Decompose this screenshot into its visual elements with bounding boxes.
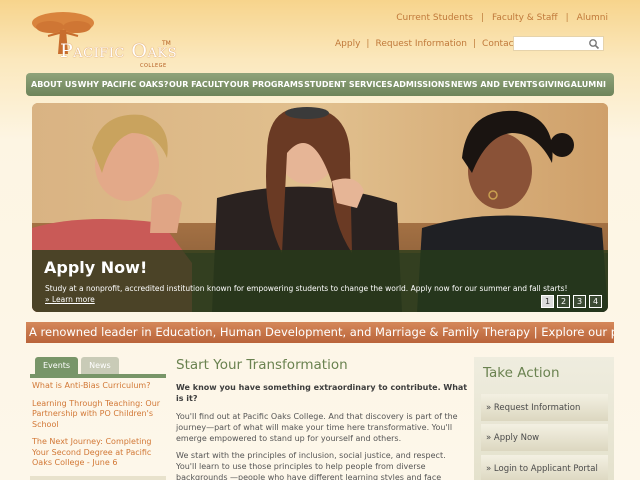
slide-button-4[interactable]: 4 xyxy=(589,295,602,308)
link-current-students[interactable]: Current Students xyxy=(396,13,473,23)
logo-trademark: TM xyxy=(162,40,171,47)
slide-button-2[interactable]: 2 xyxy=(557,295,570,308)
hero-slideshow: Apply Now! Study at a nonprofit, accredi… xyxy=(32,103,608,312)
nav-why-pacific-oaks[interactable]: WHY PACIFIC OAKS? xyxy=(78,80,169,89)
logo[interactable]: Pacific Oaks TM COLLEGE xyxy=(30,10,180,69)
search-icon[interactable] xyxy=(588,38,600,50)
events-list: What is Anti-Bias Curriculum? Learning T… xyxy=(30,378,166,469)
applicant-portal-login-button[interactable]: » Login to Applicant Portal xyxy=(481,455,608,480)
take-action-title: Take Action xyxy=(483,365,560,381)
hero-title: Apply Now! xyxy=(44,258,148,277)
hero-caption: Apply Now! Study at a nonprofit, accredi… xyxy=(32,250,608,312)
nav-our-programs[interactable]: OUR PROGRAMS xyxy=(230,80,304,89)
list-item[interactable]: Learning Through Teaching: Our Partnersh… xyxy=(32,399,164,431)
search-box xyxy=(513,36,604,56)
page-title: Start Your Transformation xyxy=(176,357,348,373)
link-alumni[interactable]: Alumni xyxy=(577,13,608,23)
link-request-information[interactable]: Request Information xyxy=(375,39,467,49)
link-apply[interactable]: Apply xyxy=(335,39,360,49)
slide-button-1[interactable]: 1 xyxy=(541,295,554,308)
search-input[interactable] xyxy=(514,43,588,56)
news-events-tabs: Events News xyxy=(35,357,166,374)
nav-our-faculty[interactable]: OUR FACULTY xyxy=(169,80,229,89)
tab-news[interactable]: News xyxy=(81,357,119,374)
body-paragraph: We start with the principles of inclusio… xyxy=(176,451,446,480)
hero-description: Study at a nonprofit, accredited institu… xyxy=(45,284,568,293)
events-panel-footer xyxy=(30,475,166,480)
hero-learn-more-link[interactable]: » Learn more xyxy=(45,295,95,304)
nav-giving[interactable]: GIVING xyxy=(538,80,570,89)
logo-text: Pacific Oaks xyxy=(60,40,177,62)
programs-banner[interactable]: A renowned leader in Education, Human De… xyxy=(26,322,614,343)
list-item[interactable]: What is Anti-Bias Curriculum? xyxy=(32,381,164,392)
nav-alumni[interactable]: ALUMNI xyxy=(571,80,606,89)
take-action-panel: Take Action » Request Information » Appl… xyxy=(474,357,614,480)
apply-now-button[interactable]: » Apply Now xyxy=(481,424,608,451)
nav-news-and-events[interactable]: NEWS AND EVENTS xyxy=(451,80,538,89)
logo-subtitle: COLLEGE xyxy=(140,63,167,69)
audience-links: Current Students | Faculty & Staff | Alumni xyxy=(396,13,608,23)
slide-button-3[interactable]: 3 xyxy=(573,295,586,308)
nav-admissions[interactable]: ADMISSIONS xyxy=(393,80,450,89)
link-faculty-staff[interactable]: Faculty & Staff xyxy=(492,13,558,23)
request-information-button[interactable]: » Request Information xyxy=(481,394,608,421)
nav-student-services[interactable]: STUDENT SERVICES xyxy=(304,80,392,89)
body-paragraph: You'll find out at Pacific Oaks College.… xyxy=(176,412,458,443)
nav-about-us[interactable]: ABOUT US xyxy=(31,80,77,89)
lead-paragraph: We know you have something extraordinary… xyxy=(176,383,468,403)
news-events-panel: Events News What is Anti-Bias Curriculum… xyxy=(30,357,166,480)
main-nav: ABOUT US WHY PACIFIC OAKS? OUR FACULTY O… xyxy=(26,73,614,96)
utility-links: Apply | Request Information | Contact Us xyxy=(335,39,532,49)
slide-pager: 1 2 3 4 xyxy=(541,295,602,308)
main-content: Start Your Transformation We know you ha… xyxy=(176,357,468,480)
tab-events[interactable]: Events xyxy=(35,357,79,374)
list-item[interactable]: The Next Journey: Completing Your Second… xyxy=(32,437,164,469)
